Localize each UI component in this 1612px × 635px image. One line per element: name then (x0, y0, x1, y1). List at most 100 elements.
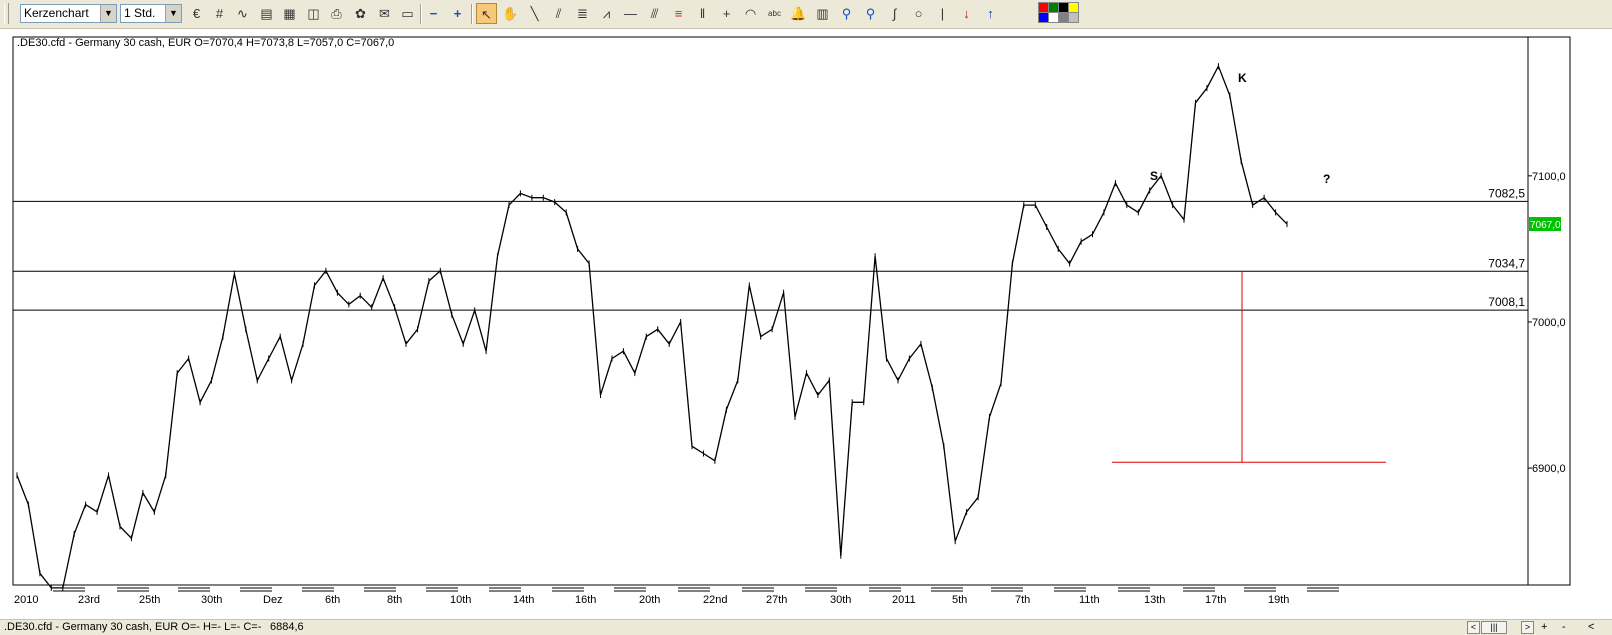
magnifier-icon[interactable]: ⚲ (836, 3, 857, 24)
price-bar (245, 326, 247, 333)
price-bar (371, 304, 373, 311)
price-bar (1057, 245, 1059, 252)
zoom-out-icon[interactable]: ▭ (397, 3, 418, 24)
x-tick-label: 27th (766, 594, 787, 606)
chart-type-dropdown[interactable]: Kerzenchart ▼ (20, 4, 117, 23)
chevron-down-icon[interactable]: ▼ (165, 5, 181, 22)
price-bar (348, 301, 350, 308)
print-icon[interactable]: ⎙ (326, 3, 347, 24)
price-bar (748, 282, 750, 289)
horizontal-line-icon[interactable]: — (620, 3, 641, 24)
x-tick-label: 2010 (14, 594, 38, 606)
status-symbol-text: .DE30.cfd - Germany 30 cash, EUR O=- H=-… (4, 621, 262, 633)
ellipse-tool-icon[interactable]: ○ (908, 3, 929, 24)
wave-tool-icon[interactable]: ∫ (884, 3, 905, 24)
alerts-icon[interactable]: ✉ (374, 3, 395, 24)
price-bar (233, 270, 235, 277)
scroll-thumb[interactable]: ||| (1481, 621, 1507, 634)
bell-icon[interactable]: 🔔 (788, 3, 809, 24)
fib-timezones-icon[interactable]: ‖ (692, 3, 713, 24)
x-tick-label: 16th (575, 594, 596, 606)
price-bar (703, 450, 704, 457)
magnifier-plus-icon[interactable]: ⚲ (860, 3, 881, 24)
line-tool-icon[interactable]: ╲ (524, 3, 545, 24)
zoom-out-button[interactable]: - (1562, 621, 1566, 633)
price-bar (85, 501, 87, 508)
price-bar (1046, 224, 1048, 230)
price-bar (1023, 202, 1025, 209)
price-bar (1149, 187, 1151, 194)
arc-tool-icon[interactable]: ◠ (740, 3, 761, 24)
indicator-chart-icon[interactable]: ∿ (232, 3, 253, 24)
price-bar (497, 253, 498, 260)
scroll-end-button[interactable]: < (1588, 621, 1594, 633)
timeframe-value: 1 Std. (124, 6, 156, 20)
price-bar (966, 508, 968, 515)
price-bar (760, 333, 762, 340)
scroll-left-button[interactable]: < (1467, 621, 1480, 634)
fibonacci-fan-icon[interactable]: ⩘ (596, 3, 617, 24)
color-swatches[interactable] (1038, 2, 1080, 24)
text-tool-icon[interactable]: abc (764, 3, 785, 24)
x-tick-label: 6th (325, 594, 340, 606)
sell-arrow-icon[interactable]: ↓ (956, 3, 977, 24)
price-bar (943, 443, 945, 450)
price-chart[interactable]: 7082,5 7034,7 7008,1 7100,0 7000,0 6900,0 706… (0, 29, 1612, 619)
zoom-out-button-icon[interactable]: − (423, 3, 444, 24)
price-bar (611, 355, 613, 362)
chart-info-label: .DE30.cfd - Germany 30 cash, EUR O=7070,… (17, 37, 395, 49)
duplicate-icon[interactable]: ◫ (303, 3, 324, 24)
toolbar-grip[interactable] (4, 3, 9, 24)
x-tick-label: 7th (1015, 594, 1030, 606)
price-bar (256, 377, 258, 384)
zoom-in-button[interactable]: + (1541, 621, 1547, 633)
price-bar (417, 326, 418, 333)
gann-fan-icon[interactable]: ⫻ (644, 3, 665, 24)
price-bar (725, 406, 727, 413)
parallel-tool-icon[interactable]: ⫽ (548, 3, 569, 24)
price-bar (817, 392, 819, 398)
vertical-line-icon[interactable]: | (932, 3, 953, 24)
cursor-icon[interactable]: ↖ (476, 3, 497, 24)
pattern-annotation: S (1150, 169, 1158, 183)
price-bar (119, 523, 121, 530)
price-bar (1183, 216, 1185, 223)
horizontal-level-label: 7082,5 (1488, 186, 1525, 200)
color-swatch[interactable] (1068, 12, 1079, 23)
color-settings-icon[interactable]: ✿ (350, 3, 371, 24)
image-export-icon[interactable]: ▦ (279, 3, 300, 24)
price-bar (783, 289, 785, 296)
price-bar (50, 584, 52, 591)
price-bar (336, 289, 338, 296)
x-tick-label: 30th (201, 594, 222, 606)
x-tick-label: Dez (263, 594, 283, 606)
price-bar (142, 489, 144, 496)
hand-icon[interactable]: ✋ (500, 3, 521, 24)
price-bar (1195, 99, 1196, 106)
y-tick-label: 7100,0 (1532, 171, 1566, 183)
currency-convert-icon[interactable]: € (186, 3, 207, 24)
price-bar (291, 377, 293, 384)
grid-icon[interactable]: # (209, 3, 230, 24)
scroll-right-button[interactable]: > (1521, 621, 1534, 634)
crosshair-icon[interactable]: + (716, 3, 737, 24)
price-bar (96, 508, 98, 515)
channel-tool-icon[interactable]: ≣ (572, 3, 593, 24)
price-bar (485, 348, 487, 355)
price-bar (314, 282, 315, 289)
calculator-icon[interactable]: ▥ (812, 3, 833, 24)
properties-icon[interactable]: ▤ (256, 3, 277, 24)
main-toolbar: Kerzenchart ▼ 1 Std. ▼ € # ∿ ▤ ▦ ◫ ⎙ ✿ ✉… (0, 0, 1612, 29)
chart-window[interactable]: 7082,5 7034,7 7008,1 7100,0 7000,0 6900,0 706… (0, 29, 1612, 619)
timeframe-dropdown[interactable]: 1 Std. ▼ (120, 4, 182, 23)
fib-retracement-icon[interactable]: ≡ (668, 3, 689, 24)
price-bar (279, 333, 281, 340)
price-bar (16, 472, 18, 479)
buy-arrow-icon[interactable]: ↑ (980, 3, 1001, 24)
x-tick-label: 30th (830, 594, 851, 606)
zoom-in-icon[interactable]: + (447, 3, 468, 24)
chevron-down-icon[interactable]: ▼ (100, 5, 116, 22)
price-bar (462, 340, 464, 347)
x-tick-label: 13th (1144, 594, 1165, 606)
pattern-annotation: K (1238, 71, 1247, 85)
